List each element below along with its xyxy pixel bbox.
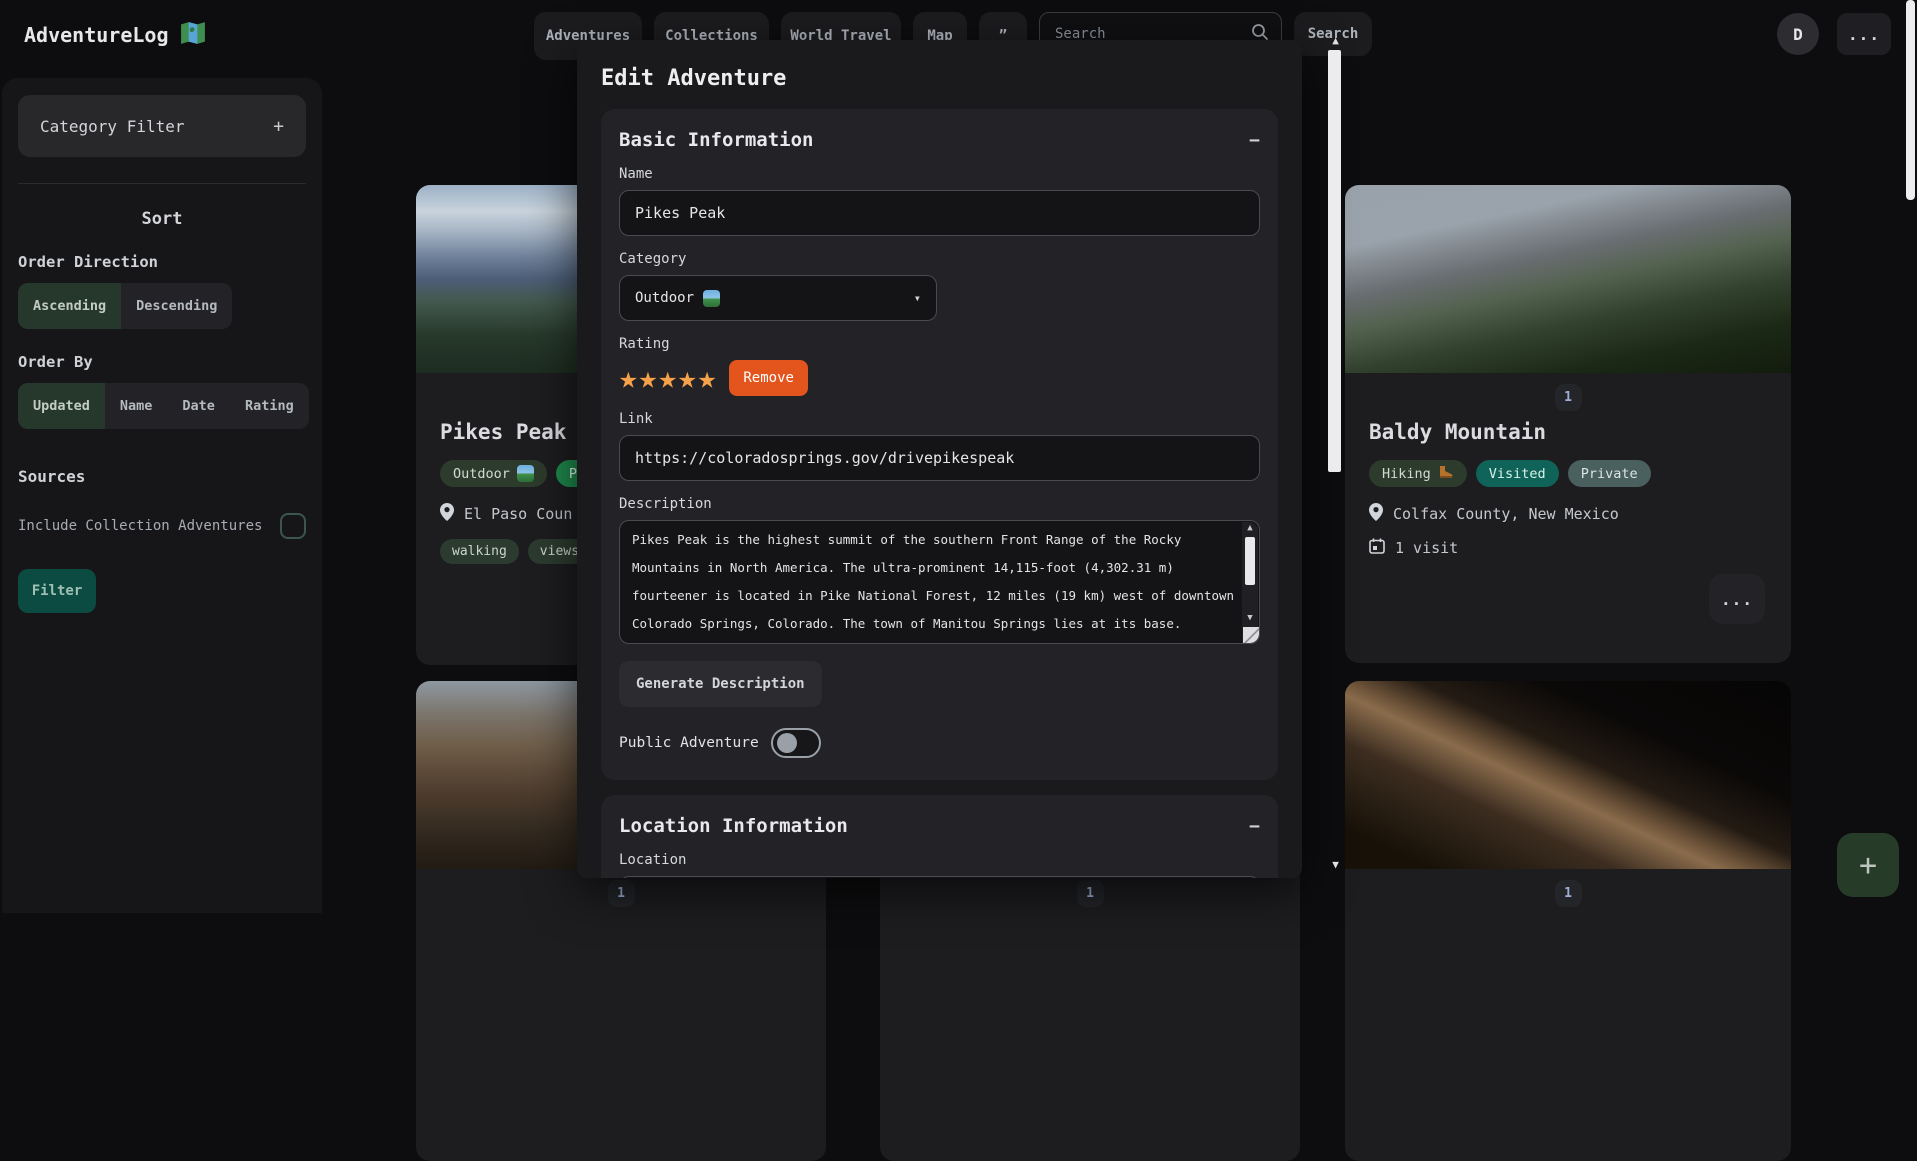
avatar[interactable]: D [1777,13,1819,55]
order-by-rating[interactable]: Rating [230,383,309,429]
category-filter-label: Category Filter [40,117,185,136]
scroll-down-icon[interactable]: ▼ [1242,613,1258,623]
category-label: Category [619,251,1260,267]
plus-icon[interactable]: + [273,116,284,137]
app-logo[interactable]: AdventureLog [24,20,206,50]
order-by-name[interactable]: Name [105,383,168,429]
remove-rating-button[interactable]: Remove [729,360,808,396]
adventure-card-baldy-mountain[interactable]: 1 Baldy Mountain Hiking Visited Private … [1345,185,1791,663]
chevron-down-icon: ▾ [914,291,921,305]
scroll-up-icon[interactable]: ▲ [1242,523,1258,533]
basic-information-heading: Basic Information [619,129,813,151]
plus-icon: + [1859,848,1877,883]
hiking-boot-icon [1438,465,1454,483]
modal-scrollbar-thumb[interactable] [1328,50,1341,472]
calendar-icon [1369,538,1385,558]
navbar-more-button[interactable]: ... [1837,13,1891,55]
category-filter-header[interactable]: Category Filter + [18,95,306,157]
image-count-badge: 1 [1555,384,1582,411]
order-by-updated[interactable]: Updated [18,383,105,429]
page-scrollbar-thumb[interactable] [1906,0,1915,200]
category-select[interactable]: Outdoor ▾ [619,275,937,321]
image-count-badge: 1 [1555,880,1582,907]
collapse-icon[interactable]: − [1249,130,1260,151]
include-collection-checkbox[interactable] [280,513,306,539]
card-location-row: Colfax County, New Mexico [1369,503,1767,525]
name-label: Name [619,166,1260,182]
star-icon[interactable]: ★ [639,363,659,394]
ellipsis-icon: ... [1848,25,1880,44]
sort-heading: Sort [18,209,306,229]
rating-stars: ★ ★ ★ ★ ★ Remove [619,360,1260,396]
image-count-badge: 1 [608,880,635,907]
baldy-mountain-photo[interactable] [1345,185,1791,373]
modal-scroll-up-icon[interactable]: ▲ [1329,34,1342,47]
order-direction-descending[interactable]: Descending [121,283,232,329]
landscape-emoji-icon [517,465,534,482]
ellipsis-icon: ... [1721,590,1753,609]
order-direction-group: Ascending Descending [18,283,232,329]
app-title: AdventureLog [24,23,169,47]
card-more-button[interactable]: ... [1709,574,1765,624]
toggle-knob [777,733,797,753]
public-adventure-toggle[interactable] [771,728,821,758]
order-by-date[interactable]: Date [167,383,230,429]
private-badge: Private [1568,460,1651,487]
edit-adventure-modal: Edit Adventure Basic Information − Name … [577,40,1302,878]
order-direction-ascending[interactable]: Ascending [18,283,121,329]
order-direction-label: Order Direction [18,253,306,271]
textarea-resize-handle[interactable] [1243,627,1259,643]
name-field[interactable] [619,190,1260,236]
description-textarea[interactable]: Pikes Peak is the highest summit of the … [619,520,1260,644]
sidebar-divider [18,183,306,184]
location-information-section: Location Information − Location [601,795,1278,878]
modal-title: Edit Adventure [601,66,1278,91]
dunes-photo[interactable] [1345,681,1791,869]
star-icon[interactable]: ★ [658,363,678,394]
category-badge: Hiking [1369,460,1467,487]
sidebar: Category Filter + Sort Order Direction A… [2,78,322,913]
location-information-heading: Location Information [619,815,848,837]
order-by-label: Order By [18,353,306,371]
generate-description-button[interactable]: Generate Description [619,661,822,707]
map-logo-icon [180,20,206,50]
rating-label: Rating [619,336,1260,352]
map-pin-icon [1369,503,1383,525]
basic-information-section: Basic Information − Name Category Outdoo… [601,109,1278,780]
star-icon[interactable]: ★ [619,363,639,394]
tag-walking: walking [440,539,519,564]
filter-button[interactable]: Filter [18,569,96,613]
include-collection-row: Include Collection Adventures [18,513,306,539]
description-label: Description [619,496,1260,512]
include-collection-label: Include Collection Adventures [18,518,262,534]
public-adventure-label: Public Adventure [619,735,759,751]
location-label: Location [619,852,1260,868]
landscape-emoji-icon [703,290,720,307]
card-visits-row: 1 visit [1369,538,1767,558]
card-title[interactable]: Baldy Mountain [1369,420,1767,444]
order-by-group: Updated Name Date Rating [18,383,309,429]
collapse-icon[interactable]: − [1249,816,1260,837]
add-adventure-fab[interactable]: + [1837,833,1899,897]
link-label: Link [619,411,1260,427]
category-badge: Outdoor [440,460,547,487]
modal-scroll-down-icon[interactable]: ▼ [1329,858,1342,871]
star-icon[interactable]: ★ [698,363,718,394]
textarea-scroll-thumb[interactable] [1245,537,1255,585]
image-count-badge: 1 [1077,880,1104,907]
star-icon[interactable]: ★ [678,363,698,394]
location-field[interactable] [619,876,1260,878]
textarea-scrollbar[interactable]: ▲ ▼ [1242,522,1258,642]
sources-heading: Sources [18,467,306,486]
link-field[interactable] [619,435,1260,481]
adventure-card-bottom-right[interactable]: 1 [1345,681,1791,1161]
visited-badge: Visited [1476,460,1559,487]
map-pin-icon [440,503,454,525]
